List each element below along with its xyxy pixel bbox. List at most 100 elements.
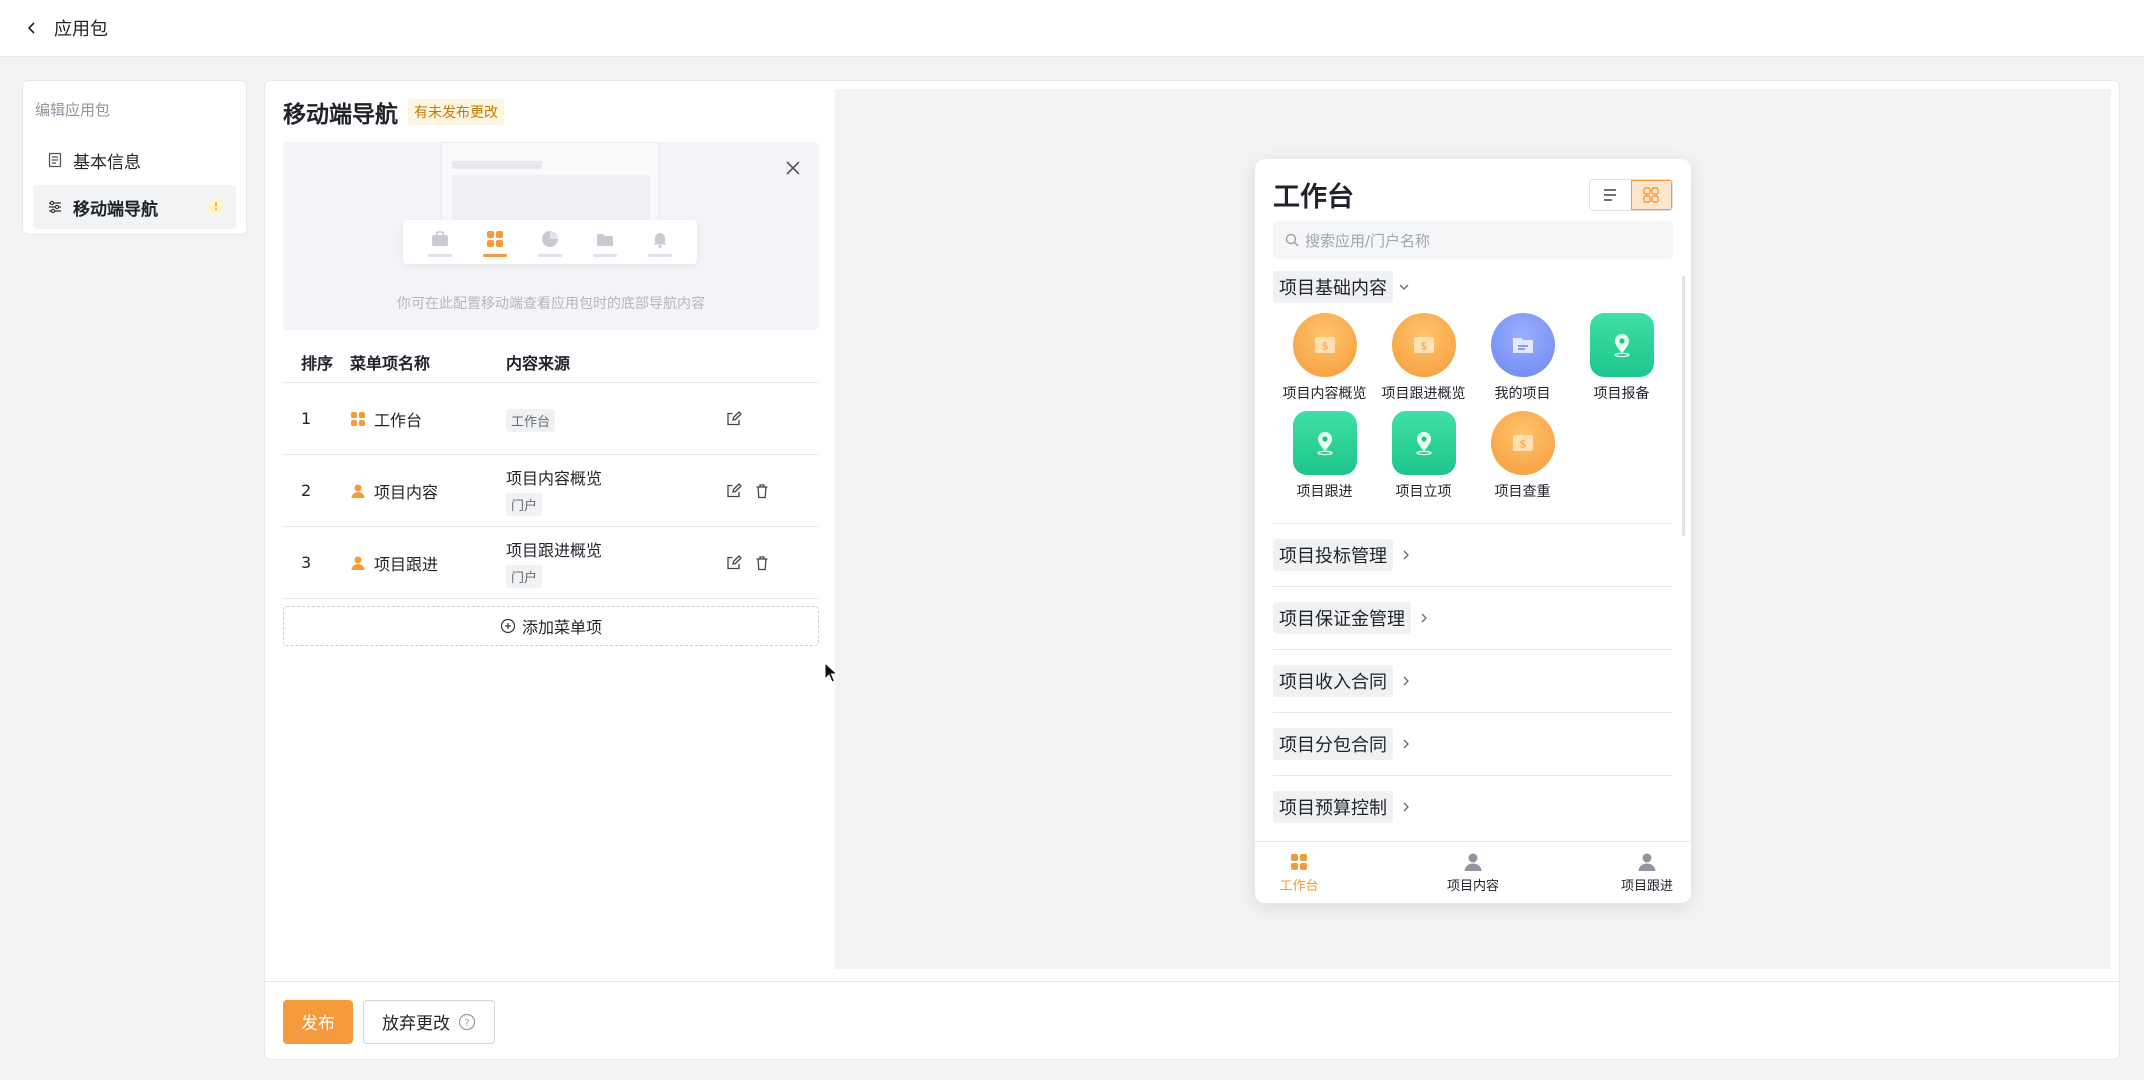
app-label: 项目跟进 bbox=[1296, 484, 1353, 500]
app-grid: $ 项目内容概览 $ 项目跟进概览 我的项目 项目报备 项目跟进 项目立项 $ … bbox=[1275, 313, 1675, 509]
group-header-collapsed[interactable]: 项目分包合同 bbox=[1273, 712, 1673, 775]
search-input[interactable]: 搜索应用/门户名称 bbox=[1273, 221, 1673, 259]
sidebar-item-label: 移动端导航 bbox=[73, 199, 158, 220]
delete-icon[interactable] bbox=[754, 483, 770, 499]
table-row: 2 项目内容 项目内容概览 门户 bbox=[283, 455, 819, 527]
app-label: 项目内容概览 bbox=[1282, 386, 1367, 402]
tab-workbench[interactable]: 工作台 bbox=[1259, 842, 1339, 903]
publish-button[interactable]: 发布 bbox=[283, 999, 353, 1044]
grid-icon bbox=[487, 230, 504, 247]
edit-icon[interactable] bbox=[726, 482, 742, 499]
edit-icon[interactable] bbox=[726, 410, 742, 427]
add-menu-item-label: 添加菜单项 bbox=[521, 618, 602, 637]
app-label: 我的项目 bbox=[1494, 386, 1551, 402]
app-item[interactable]: 我的项目 bbox=[1473, 313, 1572, 411]
pie-chart-icon bbox=[541, 230, 558, 247]
panel-header: 移动端导航 有未发布更改 bbox=[283, 95, 504, 129]
column-header-name: 菜单项名称 bbox=[350, 353, 431, 373]
row-source: 项目跟进概览 bbox=[506, 541, 603, 560]
location-pin-icon bbox=[1589, 313, 1654, 377]
table-header: 排序 菜单项名称 内容来源 bbox=[283, 341, 819, 383]
tab-label: 项目内容 bbox=[1446, 879, 1499, 894]
top-bar: 应用包 bbox=[0, 0, 2144, 57]
illustration-nav-item bbox=[427, 226, 453, 258]
app-item[interactable]: $ 项目内容概览 bbox=[1275, 313, 1374, 411]
group-header-collapsed[interactable]: 项目保证金管理 bbox=[1273, 586, 1673, 649]
group-header-expanded[interactable]: 项目基础内容 bbox=[1273, 271, 1691, 303]
group-title: 项目预算控制 bbox=[1273, 791, 1393, 823]
row-name: 项目内容 bbox=[374, 482, 439, 502]
document-icon bbox=[48, 152, 62, 168]
sidebar-item-mobile-nav[interactable]: 移动端导航 ! bbox=[33, 185, 236, 229]
illustration-nav-item bbox=[647, 226, 673, 258]
delete-icon[interactable] bbox=[754, 555, 770, 571]
discard-changes-button[interactable]: 放弃更改 ? bbox=[363, 999, 495, 1044]
phone-title: 工作台 bbox=[1273, 182, 1354, 213]
app-item[interactable]: 项目报备 bbox=[1572, 313, 1671, 411]
app-label: 项目立项 bbox=[1395, 484, 1452, 500]
grid-icon bbox=[1291, 854, 1307, 870]
edit-icon[interactable] bbox=[726, 554, 742, 571]
group-title: 项目投标管理 bbox=[1273, 539, 1393, 571]
list-view-button[interactable] bbox=[1590, 180, 1631, 210]
close-icon[interactable] bbox=[783, 158, 803, 178]
view-toggle bbox=[1589, 179, 1673, 211]
tab-label: 项目跟进 bbox=[1620, 879, 1673, 894]
page-title: 应用包 bbox=[54, 19, 108, 40]
status-badge: 有未发布更改 bbox=[408, 99, 504, 125]
user-icon bbox=[1464, 853, 1482, 871]
panel-title: 移动端导航 bbox=[283, 102, 398, 128]
menu-table: 排序 菜单项名称 内容来源 1 工作台 工作台 2 项目内容 项目内容概览 门户… bbox=[283, 341, 819, 599]
svg-text:$: $ bbox=[1519, 438, 1526, 451]
source-tag: 门户 bbox=[506, 493, 543, 516]
list-settings-icon bbox=[49, 200, 61, 214]
row-source: 项目内容概览 bbox=[506, 469, 603, 488]
illustration-banner: 你可在此配置移动端查看应用包时的底部导航内容 bbox=[283, 142, 819, 330]
user-icon bbox=[351, 484, 365, 498]
illustration-card bbox=[441, 142, 659, 232]
back-button[interactable]: 应用包 bbox=[24, 15, 108, 41]
sidebar: 编辑应用包 基本信息 移动端导航 ! bbox=[22, 80, 247, 235]
tab-project-content[interactable]: 项目内容 bbox=[1433, 842, 1513, 903]
chevron-right-icon bbox=[1403, 739, 1409, 749]
illustration-nav bbox=[403, 220, 697, 264]
phone-scroll-area[interactable]: 项目基础内容 $ 项目内容概览 $ 项目跟进概览 我的项目 项目报备 项目跟进 … bbox=[1255, 271, 1691, 831]
scrollbar[interactable] bbox=[1682, 276, 1685, 536]
app-label: 项目查重 bbox=[1494, 484, 1551, 500]
row-name: 项目跟进 bbox=[374, 554, 439, 574]
svg-text:?: ? bbox=[464, 1018, 469, 1029]
search-placeholder: 搜索应用/门户名称 bbox=[1305, 231, 1431, 250]
tab-project-followup[interactable]: 项目跟进 bbox=[1607, 842, 1687, 903]
grid-icon bbox=[1643, 187, 1660, 203]
group-title: 项目收入合同 bbox=[1273, 665, 1393, 697]
group-header-collapsed[interactable]: 项目投标管理 bbox=[1273, 523, 1673, 586]
footer-actions: 发布 放弃更改 ? bbox=[265, 981, 2121, 1061]
money-icon: $ bbox=[1490, 411, 1555, 475]
folder-icon bbox=[596, 233, 613, 246]
app-item[interactable]: 项目跟进 bbox=[1275, 411, 1374, 509]
folder-icon bbox=[1490, 313, 1555, 377]
app-item[interactable]: 项目立项 bbox=[1374, 411, 1473, 509]
svg-text:$: $ bbox=[1420, 340, 1427, 353]
app-label: 项目跟进概览 bbox=[1381, 386, 1466, 402]
source-tag: 工作台 bbox=[506, 409, 556, 432]
list-icon bbox=[1604, 189, 1617, 201]
add-menu-item-button[interactable]: 添加菜单项 bbox=[283, 606, 819, 646]
chevron-right-icon bbox=[1403, 676, 1409, 686]
row-order: 3 bbox=[301, 553, 312, 572]
group-header-collapsed[interactable]: 项目收入合同 bbox=[1273, 649, 1673, 712]
user-icon bbox=[351, 556, 365, 570]
row-order: 1 bbox=[301, 409, 312, 428]
illustration-line bbox=[452, 161, 542, 169]
svg-text:$: $ bbox=[1321, 340, 1328, 353]
grid-view-button[interactable] bbox=[1630, 180, 1672, 210]
chevron-left-icon bbox=[27, 22, 35, 34]
illustration-nav-item bbox=[482, 226, 508, 258]
group-header-collapsed[interactable]: 项目预算控制 bbox=[1273, 775, 1673, 831]
app-item[interactable]: $ 项目跟进概览 bbox=[1374, 313, 1473, 411]
sidebar-item-label: 基本信息 bbox=[73, 152, 141, 173]
sidebar-item-basic-info[interactable]: 基本信息 bbox=[33, 138, 236, 182]
group-title: 项目保证金管理 bbox=[1273, 602, 1411, 634]
illustration-hint: 你可在此配置移动端查看应用包时的底部导航内容 bbox=[397, 296, 705, 312]
app-item[interactable]: $ 项目查重 bbox=[1473, 411, 1572, 509]
